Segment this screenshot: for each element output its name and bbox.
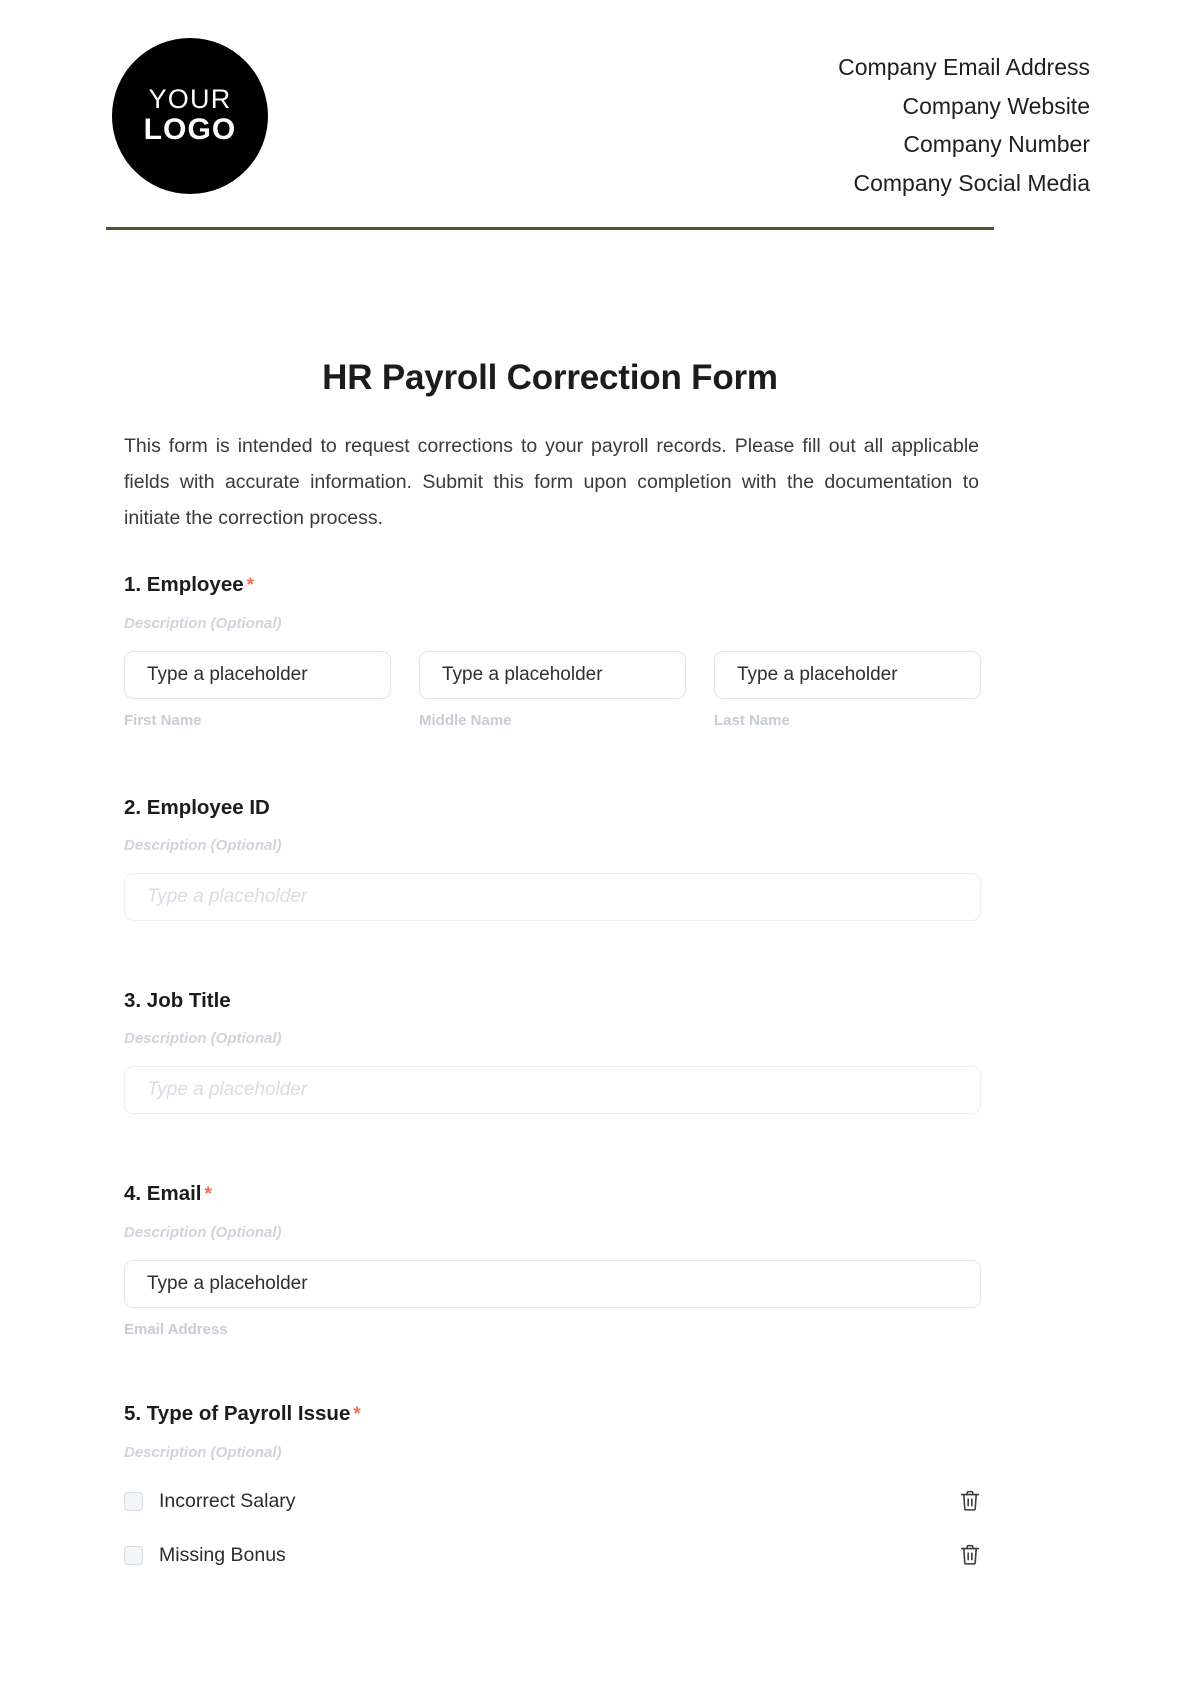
employee-name-row: Type a placeholder First Name Type a pla… (124, 651, 981, 730)
question-5-label: 5. Type of Payroll Issue * (124, 1402, 361, 1425)
page-header: YOUR LOGO Company Email Address Company … (110, 38, 1090, 210)
form-intro-text: This form is intended to request correct… (124, 435, 979, 529)
page-title: HR Payroll Correction Form (322, 358, 778, 397)
employee-id-input[interactable]: Type a placeholder (124, 873, 981, 921)
question-5-description: Description (Optional) (124, 1444, 282, 1461)
header-divider (106, 227, 994, 230)
first-name-input[interactable]: Type a placeholder (124, 651, 391, 699)
required-asterisk: * (353, 1404, 361, 1425)
choice-label: Missing Bonus (159, 1543, 286, 1566)
last-name-label: Last Name (714, 712, 790, 729)
choice-missing-bonus[interactable]: Missing Bonus (124, 1544, 286, 1567)
question-2-description: Description (Optional) (124, 837, 282, 854)
required-asterisk: * (246, 575, 255, 596)
last-name-input[interactable]: Type a placeholder (714, 651, 981, 699)
question-employee: 1. Employee * Description (Optional) Type… (124, 572, 981, 730)
middle-name-group: Type a placeholder Middle Name (419, 651, 686, 730)
company-contact-block: Company Email Address Company Website Co… (838, 38, 1090, 202)
logo-text-your: YOUR (148, 84, 232, 115)
question-2-label: 2. Employee ID (124, 796, 270, 819)
company-logo: YOUR LOGO (112, 38, 268, 194)
middle-name-input[interactable]: Type a placeholder (419, 651, 686, 699)
last-name-group: Type a placeholder Last Name (714, 651, 981, 730)
choice-incorrect-salary[interactable]: Incorrect Salary (124, 1490, 296, 1513)
question-employee-id: 2. Employee ID Description (Optional) Ty… (124, 795, 981, 921)
first-name-label: First Name (124, 712, 202, 729)
checkbox-incorrect-salary[interactable] (124, 1491, 143, 1511)
question-1-label: 1. Employee * (124, 573, 255, 596)
question-1-description: Description (Optional) (124, 615, 282, 632)
question-payroll-issue: 5. Type of Payroll Issue * Description (O… (124, 1401, 981, 1571)
company-email-address: Company Email Address (838, 54, 1090, 80)
email-address-label: Email Address (124, 1321, 228, 1338)
job-title-input[interactable]: Type a placeholder (124, 1066, 981, 1114)
middle-name-label: Middle Name (419, 712, 512, 729)
company-website: Company Website (902, 92, 1091, 119)
form-page: YOUR LOGO Company Email Address Company … (0, 0, 1200, 1700)
choice-row: Incorrect Salary (124, 1485, 981, 1517)
choice-label: Incorrect Salary (159, 1489, 296, 1512)
question-4-label: 4. Email * (124, 1182, 212, 1205)
first-name-group: Type a placeholder First Name (124, 651, 391, 730)
logo-text-logo: LOGO (143, 113, 237, 147)
checkbox-missing-bonus[interactable] (124, 1545, 143, 1565)
question-4-description: Description (Optional) (124, 1224, 282, 1241)
trash-icon[interactable] (959, 1489, 981, 1513)
required-asterisk: * (204, 1184, 212, 1205)
company-number: Company Number (903, 131, 1090, 157)
email-input[interactable]: Type a placeholder (124, 1260, 981, 1308)
question-job-title: 3. Job Title Description (Optional) Type… (124, 988, 981, 1114)
trash-icon[interactable] (959, 1543, 981, 1567)
company-social-media: Company Social Media (853, 169, 1090, 196)
question-3-label: 3. Job Title (124, 989, 231, 1012)
question-3-description: Description (Optional) (124, 1030, 282, 1047)
question-email: 4. Email * Description (Optional) Type a … (124, 1181, 981, 1339)
choice-row: Missing Bonus (124, 1539, 981, 1571)
